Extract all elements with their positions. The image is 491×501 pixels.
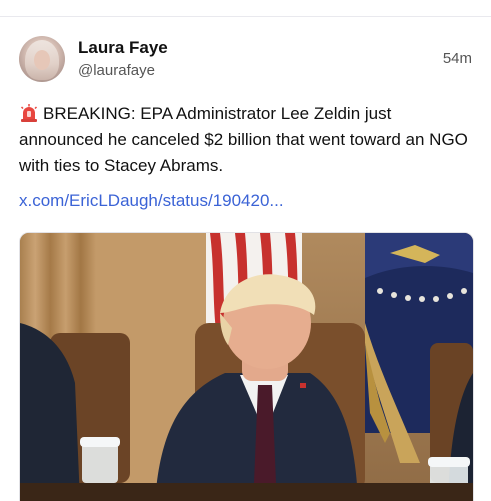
post-media-image[interactable] xyxy=(19,232,474,501)
author-handle[interactable]: @laurafaye xyxy=(78,62,155,79)
avatar-face xyxy=(34,50,50,70)
post-text: BREAKING: EPA Administrator Lee Zeldin j… xyxy=(19,101,479,179)
author-name[interactable]: Laura Faye xyxy=(78,38,168,58)
post-text-body: BREAKING: EPA Administrator Lee Zeldin j… xyxy=(19,104,468,175)
rotating-light-icon xyxy=(20,104,38,122)
feed-post: Laura Faye @laurafaye 54m BREAKING: EPA … xyxy=(0,0,491,501)
author-avatar[interactable] xyxy=(19,36,65,82)
post-timestamp: 54m xyxy=(442,50,472,67)
photo-icon xyxy=(20,233,473,501)
post-link[interactable]: x.com/EricLDaugh/status/190420... xyxy=(19,191,284,211)
